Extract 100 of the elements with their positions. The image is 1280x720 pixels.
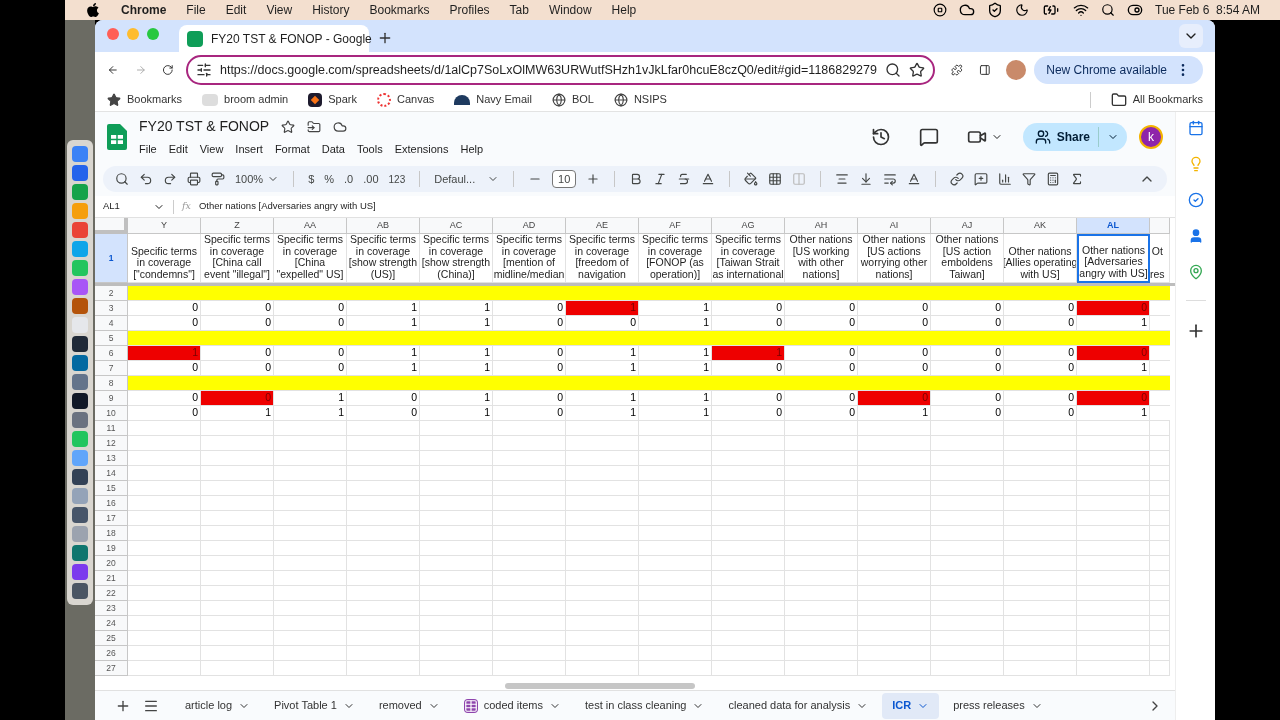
row-header[interactable]: 22 [95,586,128,601]
row-header[interactable]: 8 [95,376,128,391]
strikethrough-icon[interactable] [677,172,692,186]
filter-icon[interactable] [1022,172,1037,186]
row-header[interactable]: 23 [95,601,128,616]
header-cell[interactable]: Specific terms in coverage ["condemns"] [128,234,201,283]
name-box[interactable]: AL1 [103,199,165,214]
row-header[interactable]: 27 [95,661,128,676]
menu-item[interactable]: Tab [509,1,529,19]
zoom-icon[interactable] [884,62,901,78]
align-icon[interactable] [835,172,850,186]
row-header[interactable]: 12 [95,436,128,451]
link-icon[interactable] [950,172,965,186]
new-tab-icon[interactable] [377,30,393,46]
address-bar[interactable]: https://docs.google.com/spreadsheets/d/1alCp7SoLxOlMW63URWutfSHzh1vJkLfar0hcuE8czQ0/edit#gid=1186829279 [185,55,935,85]
sheet-tab[interactable]: coded items [453,692,571,719]
sheet-tab[interactable]: article log [175,692,261,719]
bookmark[interactable]: Bookmarks [107,91,183,108]
font-size-field[interactable]: 10 [552,170,577,188]
header-cell[interactable]: Specific terms in coverage [Taiwan Strait as international [712,234,785,283]
percent-button[interactable]: % [324,170,335,188]
menu-item[interactable]: Bookmarks [369,1,430,19]
row-header[interactable]: 25 [95,631,128,646]
zoom-select[interactable]: 100% [235,170,280,188]
column-header[interactable]: AF [639,218,712,234]
column-header[interactable]: AJ [931,218,1004,234]
increase-decimal-button[interactable]: .00 [363,170,379,188]
row-header[interactable]: 6 [95,346,128,361]
cap-icon[interactable] [454,94,471,105]
chart-icon[interactable] [998,172,1013,186]
header-cell[interactable]: Specific terms in coverage [show strength (China)] [420,234,493,283]
row-header[interactable]: 24 [95,616,128,631]
calendar-icon[interactable] [1187,120,1204,136]
sheet-tab[interactable]: ICR [882,692,940,719]
browser-tab[interactable]: FY20 TST & FONOP - Google [179,25,369,52]
header-cell[interactable]: Other nations [US working with other nations] [785,234,858,283]
row-header[interactable]: 13 [95,451,128,466]
vertical-align-icon[interactable] [859,172,874,186]
menu-item[interactable]: Format [274,141,310,158]
app-icon[interactable] [72,507,88,523]
menu-item[interactable]: Chrome [121,1,167,19]
borders-icon[interactable] [768,172,783,186]
text-color-icon[interactable] [701,172,716,186]
bookmark[interactable]: NSIPS [613,91,667,108]
bookmark[interactable]: Navy Email [454,91,532,108]
update-button[interactable]: New Chrome available [1034,56,1203,84]
wrap-icon[interactable] [883,172,898,186]
extensions-icon[interactable] [950,62,963,78]
header-cell[interactable]: Specific terms in coverage [China call event "illegal"] [201,234,274,283]
menu-item[interactable]: Help [460,141,484,158]
menu-item[interactable]: Data [321,141,345,158]
row-header[interactable]: 11 [95,421,128,436]
italic-icon[interactable] [653,172,668,186]
menu-item[interactable]: View [266,1,293,19]
control-center-icon[interactable] [1127,2,1144,18]
column-header[interactable]: AG [712,218,785,234]
currency-button[interactable]: $ [308,170,315,188]
bookmark[interactable]: BOL [551,91,594,108]
row-header[interactable]: 19 [95,541,128,556]
menu-item[interactable]: View [199,141,224,158]
number-format-button[interactable]: 123 [388,171,406,187]
app-icon[interactable] [72,336,88,352]
bookmark[interactable]: broom admin [202,91,289,108]
menu-item[interactable]: Insert [235,141,263,158]
header-cell[interactable]: Specific terms in coverage [China "expelled" US] [274,234,347,283]
tasks-icon[interactable] [1187,192,1204,208]
calculator-icon[interactable] [1046,172,1061,186]
cloud-icon[interactable] [959,2,976,18]
menu-item[interactable]: Tools [356,141,383,158]
cloud-icon[interactable] [333,119,348,134]
header-cell[interactable]: Other nations [Allies operating with US] [1004,234,1077,283]
all-bookmarks[interactable]: All Bookmarks [1110,91,1203,108]
menu-item[interactable]: File [186,1,206,19]
side-panel-icon[interactable] [978,62,991,78]
bold-icon[interactable] [629,172,644,186]
column-header[interactable]: AD [493,218,566,234]
column-header[interactable]: Z [201,218,274,234]
star-icon[interactable] [107,92,121,107]
column-header[interactable]: AL [1077,218,1150,234]
sheet-tab[interactable]: cleaned data for analysis [718,692,879,719]
globe-icon[interactable] [613,92,628,107]
menu-item[interactable]: Edit [225,1,247,19]
decrease-decimal-button[interactable]: .0 [344,170,354,188]
search-icon[interactable] [115,172,129,186]
rotate-text-icon[interactable] [907,172,922,186]
sheet-tab[interactable]: test in class cleaning [575,692,715,719]
print-icon[interactable] [187,172,201,186]
tab-search-button[interactable] [1179,24,1203,48]
column-header[interactable]: AB [347,218,420,234]
comment-icon[interactable] [918,127,939,147]
stop-icon[interactable] [933,3,948,17]
reload-icon[interactable] [162,62,174,78]
column-header[interactable]: AC [420,218,493,234]
search-icon[interactable] [1101,3,1116,17]
increase-size-icon[interactable] [586,172,601,186]
row-header[interactable]: 20 [95,556,128,571]
sheet-tab[interactable]: removed [368,692,450,719]
header-cell[interactable]: Specific terms in coverage [mention of midline/median [493,234,566,283]
menu-item[interactable]: Help [611,1,637,19]
apple-logo-icon[interactable] [85,2,101,18]
